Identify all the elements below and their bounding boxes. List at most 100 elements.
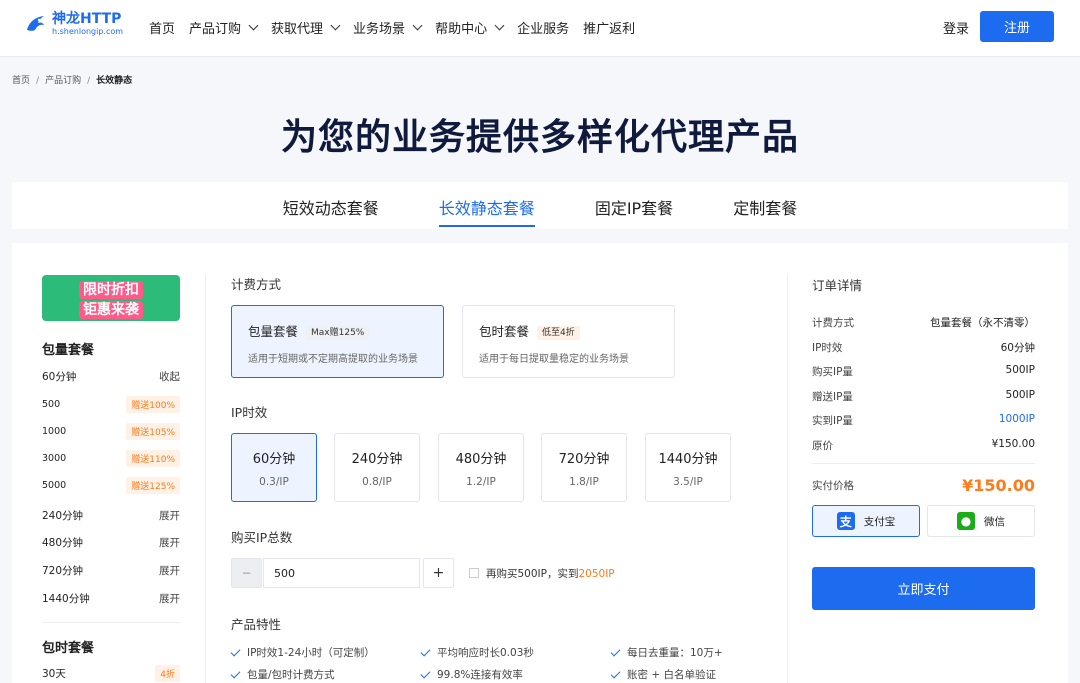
features-label: 产品特性 xyxy=(231,617,282,632)
option-title: 包量套餐 xyxy=(248,324,299,339)
total-label: 购买IP总数 xyxy=(231,530,293,545)
sidebar-item-1000[interactable]: 1000 赠送105% xyxy=(42,423,180,440)
menu-label: 帮助中心 xyxy=(435,22,488,37)
sidebar-group-1440min[interactable]: 1440分钟 展开 xyxy=(42,591,180,606)
billing-option-time[interactable]: 包时套餐 低至4折 适用于每日提取量稳定的业务场景 xyxy=(462,305,675,378)
menu-item-affiliate[interactable]: 推广返利 xyxy=(583,18,635,37)
order-row: 实到IP量 1000IP xyxy=(812,413,1035,428)
sidebar-item-500[interactable]: 500 赠送100% xyxy=(42,396,180,413)
divider xyxy=(812,463,1035,464)
ip-validity-label: IP时效 xyxy=(231,405,268,420)
menu-item-help[interactable]: 帮助中心 xyxy=(435,18,505,37)
page-title: 为您的业务提供多样化代理产品 xyxy=(280,117,799,158)
validity-option-480[interactable]: 480分钟 1.2/IP xyxy=(438,433,524,502)
expand-toggle[interactable]: 展开 xyxy=(159,563,180,578)
brand-logo[interactable]: 神龙HTTP h.shenlongip.com xyxy=(24,11,123,37)
menu-item-enterprise[interactable]: 企业服务 xyxy=(517,18,569,37)
decrement-button[interactable]: − xyxy=(231,558,262,588)
upsell-text: 再购买500IP，实到2050IP xyxy=(486,566,615,581)
expand-toggle[interactable]: 展开 xyxy=(159,508,180,523)
feature-item: 平均响应时长0.03秒 xyxy=(420,645,534,660)
register-button[interactable]: 注册 xyxy=(980,11,1054,42)
pay-now-button[interactable]: 立即支付 xyxy=(812,567,1035,610)
feature-item: 99.8%连接有效率 xyxy=(420,667,523,682)
row-label: IP时效 xyxy=(812,342,843,354)
package-tabs: 短效动态套餐 长效静态套餐 固定IP套餐 定制套餐 xyxy=(12,182,1068,229)
quantity-input[interactable] xyxy=(263,558,420,588)
sidebar-item-5000[interactable]: 5000 赠送125% xyxy=(42,477,180,494)
breadcrumb: 首页 / 产品订购 / 长效静态 xyxy=(12,76,133,86)
option-title: 包时套餐 xyxy=(479,324,530,339)
group-label: 60分钟 xyxy=(42,371,77,383)
option-price: 1.8/IP xyxy=(569,476,599,488)
breadcrumb-current: 长效静态 xyxy=(96,76,133,86)
order-row: 赠送IP量 500IP xyxy=(812,389,1035,404)
promo-line2: 钜惠来袭 xyxy=(79,301,143,319)
check-icon xyxy=(610,646,621,656)
divider xyxy=(205,275,206,683)
option-duration: 720分钟 xyxy=(558,452,610,467)
promo-banner[interactable]: 限时折扣 钜惠来袭 xyxy=(42,275,180,321)
menu-item-scenarios[interactable]: 业务场景 xyxy=(353,18,423,37)
bonus-badge: 赠送110% xyxy=(126,450,180,467)
tab-custom[interactable]: 定制套餐 xyxy=(733,182,797,229)
row-value: 500IP xyxy=(1005,364,1035,376)
breadcrumb-home[interactable]: 首页 xyxy=(12,76,30,86)
row-value: 60分钟 xyxy=(1000,342,1035,354)
option-price: 0.3/IP xyxy=(259,476,289,488)
validity-option-720[interactable]: 720分钟 1.8/IP xyxy=(541,433,627,502)
upsell-highlight: 2050IP xyxy=(578,568,615,580)
group-label: 240分钟 xyxy=(42,510,84,522)
sidebar-item-30days[interactable]: 30天 4折 xyxy=(42,665,180,682)
divider xyxy=(787,275,788,683)
sidebar-group-60min[interactable]: 60分钟 收起 xyxy=(42,369,180,384)
check-icon xyxy=(420,646,431,656)
sidebar-group-240min[interactable]: 240分钟 展开 xyxy=(42,508,180,523)
expand-toggle[interactable]: 展开 xyxy=(159,591,180,606)
divider xyxy=(42,622,180,623)
pay-alipay[interactable]: 支支付宝 xyxy=(812,505,920,537)
tab-short-dynamic[interactable]: 短效动态套餐 xyxy=(283,182,379,229)
validity-option-1440[interactable]: 1440分钟 3.5/IP xyxy=(645,433,731,502)
menu-item-home[interactable]: 首页 xyxy=(149,18,175,37)
validity-option-60[interactable]: 60分钟 0.3/IP xyxy=(231,433,317,502)
group-label: 1440分钟 xyxy=(42,593,90,605)
expand-toggle[interactable]: 展开 xyxy=(159,535,180,550)
sidebar-group-480min[interactable]: 480分钟 展开 xyxy=(42,535,180,550)
brand-name: 神龙HTTP xyxy=(52,11,122,27)
option-badge: 低至4折 xyxy=(537,326,580,340)
login-link[interactable]: 登录 xyxy=(943,18,969,37)
top-nav: 神龙HTTP h.shenlongip.com 首页 产品订购 获取代理 业务场… xyxy=(0,0,1080,57)
chevron-down-icon xyxy=(330,20,341,31)
promo-line1: 限时折扣 xyxy=(79,281,143,299)
increment-button[interactable]: + xyxy=(423,558,454,588)
billing-option-volume[interactable]: 包量套餐 Max赠125% 适用于短期或不定期高提取的业务场景 xyxy=(231,305,444,378)
option-price: 3.5/IP xyxy=(673,476,703,488)
breadcrumb-products[interactable]: 产品订购 xyxy=(45,76,81,86)
upsell-checkbox[interactable] xyxy=(469,568,479,578)
row-label: 购买IP量 xyxy=(812,366,853,378)
tab-fixed-ip[interactable]: 固定IP套餐 xyxy=(595,182,673,229)
check-icon xyxy=(230,668,241,678)
sidebar-group-720min[interactable]: 720分钟 展开 xyxy=(42,563,180,578)
menu-item-get-proxy[interactable]: 获取代理 xyxy=(271,18,341,37)
menu-label: 产品订购 xyxy=(189,22,242,37)
tab-long-static[interactable]: 长效静态套餐 xyxy=(438,182,535,229)
sidebar-item-3000[interactable]: 3000 赠送110% xyxy=(42,450,180,467)
option-duration: 60分钟 xyxy=(252,452,296,467)
alipay-icon: 支 xyxy=(836,512,855,530)
dragon-logo-icon xyxy=(27,16,44,31)
row-label: 实到IP量 xyxy=(812,415,853,427)
validity-option-240[interactable]: 240分钟 0.8/IP xyxy=(334,433,420,502)
final-label: 实付价格 xyxy=(812,480,854,492)
pay-wechat[interactable]: ● 微信 xyxy=(927,505,1035,537)
menu-item-products[interactable]: 产品订购 xyxy=(189,18,259,37)
option-duration: 1440分钟 xyxy=(658,452,718,467)
bonus-badge: 赠送100% xyxy=(126,396,180,413)
section-title-time: 包时套餐 xyxy=(42,641,95,656)
row-label: 原价 xyxy=(812,440,833,452)
order-row: 计费方式 包量套餐（永不清零） xyxy=(812,315,1035,330)
collapse-toggle[interactable]: 收起 xyxy=(159,369,180,384)
option-desc: 适用于短期或不定期高提取的业务场景 xyxy=(248,354,418,365)
order-row: 购买IP量 500IP xyxy=(812,364,1035,379)
